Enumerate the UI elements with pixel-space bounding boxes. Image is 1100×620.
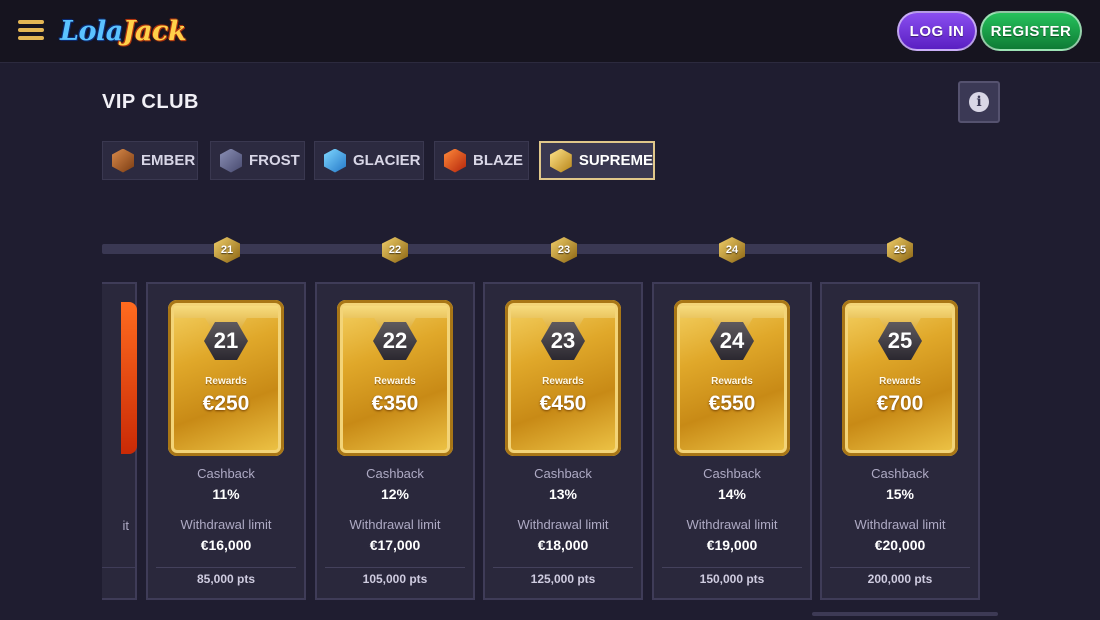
reward-chest: 25 Rewards €700 — [842, 300, 958, 456]
cashback-label: Cashback — [366, 466, 424, 481]
level-cards-carousel[interactable]: it 21 Rewards €250 Cashback 11% Withdraw… — [102, 282, 1000, 602]
tab-ember[interactable]: EMBER — [102, 141, 198, 180]
level-card-25[interactable]: 25 Rewards €700 Cashback 15% Withdrawal … — [820, 282, 980, 600]
cashback-label: Cashback — [534, 466, 592, 481]
withdrawal-label: Withdrawal limit — [349, 517, 441, 532]
reward-amount: €450 — [539, 392, 587, 415]
points-required: 150,000 pts — [699, 572, 765, 586]
cashback-value: 12% — [380, 486, 410, 502]
cashback-value: 14% — [717, 486, 747, 502]
level-badge: 22 — [373, 322, 417, 360]
withdrawal-value: €20,000 — [874, 537, 926, 553]
cashback-label: Cashback — [703, 466, 761, 481]
tab-label: BLAZE — [473, 152, 523, 169]
carousel-scrollbar[interactable] — [812, 612, 998, 616]
reward-chest: 21 Rewards €250 — [168, 300, 284, 456]
points-required: 85,000 pts — [196, 572, 256, 586]
reward-amount: €550 — [708, 392, 756, 415]
rewards-label: Rewards — [542, 376, 584, 387]
level-badge: 23 — [541, 322, 585, 360]
level-badge: 25 — [878, 322, 922, 360]
reward-amount: €250 — [202, 392, 250, 415]
level-marker: 21 — [214, 237, 240, 263]
tab-frost[interactable]: FROST — [210, 141, 305, 180]
ember-gem-icon — [112, 148, 134, 173]
level-card-21[interactable]: 21 Rewards €250 Cashback 11% Withdrawal … — [146, 282, 306, 600]
level-card-22[interactable]: 22 Rewards €350 Cashback 12% Withdrawal … — [315, 282, 475, 600]
cashback-label: Cashback — [871, 466, 929, 481]
blaze-gem-icon — [444, 148, 466, 173]
glacier-gem-icon — [324, 148, 346, 173]
withdrawal-label: Withdrawal limit — [854, 517, 946, 532]
tab-supreme[interactable]: SUPREME — [539, 141, 655, 180]
reward-amount: €700 — [876, 392, 924, 415]
withdrawal-value: €19,000 — [706, 537, 758, 553]
cashback-value: 15% — [885, 486, 915, 502]
withdrawal-value: €18,000 — [537, 537, 589, 553]
level-badge: 24 — [710, 322, 754, 360]
hamburger-menu-icon[interactable] — [18, 20, 44, 42]
reward-chest: 22 Rewards €350 — [337, 300, 453, 456]
lolajack-logo[interactable]: LolaJack — [60, 12, 187, 52]
level-marker: 24 — [719, 237, 745, 263]
cashback-value: 11% — [212, 486, 240, 502]
tab-label: SUPREME — [578, 152, 653, 169]
withdrawal-value: €16,000 — [200, 537, 252, 553]
frost-gem-icon — [220, 148, 242, 173]
level-card-24[interactable]: 24 Rewards €550 Cashback 14% Withdrawal … — [652, 282, 812, 600]
tab-blaze[interactable]: BLAZE — [434, 141, 529, 180]
supreme-gem-icon — [550, 148, 572, 173]
withdrawal-label: Withdrawal limit — [686, 517, 778, 532]
register-button[interactable]: REGISTER — [980, 11, 1082, 51]
points-required: 200,000 pts — [867, 572, 933, 586]
rewards-label: Rewards — [205, 376, 247, 387]
blaze-reward-card-edge — [121, 302, 137, 454]
cashback-value: 13% — [548, 486, 578, 502]
tab-label: EMBER — [141, 152, 196, 169]
points-required: 105,000 pts — [362, 572, 428, 586]
level-marker: 23 — [551, 237, 577, 263]
info-button[interactable]: i — [958, 81, 1000, 123]
rewards-label: Rewards — [711, 376, 753, 387]
partial-card-label: it — [122, 518, 130, 533]
rewards-label: Rewards — [374, 376, 416, 387]
level-marker: 22 — [382, 237, 408, 263]
level-marker: 25 — [887, 237, 913, 263]
cashback-label: Cashback — [197, 466, 255, 481]
page-title: VIP CLUB — [102, 91, 199, 113]
withdrawal-label: Withdrawal limit — [180, 517, 272, 532]
points-required: 125,000 pts — [530, 572, 596, 586]
tab-label: FROST — [249, 152, 300, 169]
level-badge: 21 — [204, 322, 248, 360]
tab-label: GLACIER — [353, 152, 421, 169]
tab-glacier[interactable]: GLACIER — [314, 141, 424, 180]
info-icon: i — [969, 92, 989, 112]
login-button[interactable]: LOG IN — [897, 11, 977, 51]
partial-level-card: it — [102, 282, 137, 600]
reward-amount: €350 — [371, 392, 419, 415]
withdrawal-value: €17,000 — [369, 537, 421, 553]
reward-chest: 23 Rewards €450 — [505, 300, 621, 456]
withdrawal-label: Withdrawal limit — [517, 517, 609, 532]
rewards-label: Rewards — [879, 376, 921, 387]
top-header: LolaJack LOG IN REGISTER — [0, 0, 1100, 63]
reward-chest: 24 Rewards €550 — [674, 300, 790, 456]
level-card-23[interactable]: 23 Rewards €450 Cashback 13% Withdrawal … — [483, 282, 643, 600]
